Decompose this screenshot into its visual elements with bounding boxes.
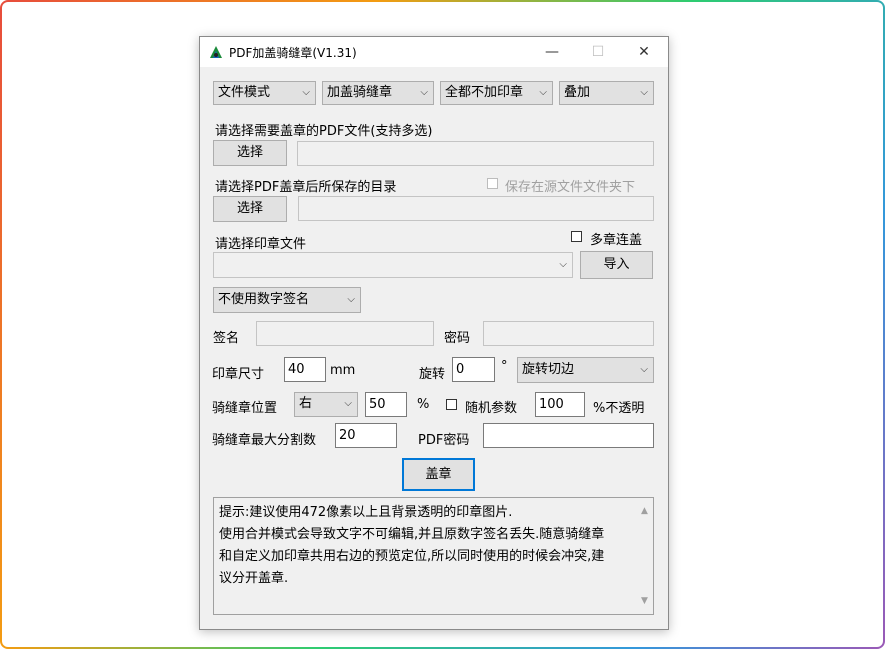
pdf-password-label: PDF密码 xyxy=(418,433,470,448)
pdf-files-field[interactable] xyxy=(297,141,654,166)
seam-position-label: 骑缝章位置 xyxy=(212,401,278,416)
sign-password-label: 密码 xyxy=(444,331,471,346)
chevron-down-icon: ⌵ xyxy=(559,259,567,270)
stamp-button[interactable]: 盖章 xyxy=(402,458,475,491)
stamp-file-select[interactable]: ⌵ xyxy=(213,252,573,278)
minimize-button[interactable]: — xyxy=(529,37,575,67)
seam-side-select-value: 右 xyxy=(299,396,313,411)
signature-mode-select[interactable]: 不使用数字签名 ⌵ xyxy=(213,287,361,313)
sign-field xyxy=(256,321,434,346)
chevron-down-icon: ⌵ xyxy=(347,294,355,305)
window-title: PDF加盖骑缝章(V1.31) xyxy=(229,46,357,60)
tips-line-1: 提示:建议使用472像素以上且背景透明的印章图片. xyxy=(219,505,513,520)
max-split-label: 骑缝章最大分割数 xyxy=(212,433,317,448)
signature-mode-select-value: 不使用数字签名 xyxy=(218,292,310,307)
stamp-type-select[interactable]: 加盖骑缝章 ⌵ xyxy=(322,81,434,105)
save-in-source-label: 保存在源文件文件夹下 xyxy=(505,180,636,195)
tips-line-2: 使用合并模式会导致文字不可编辑,并且原数字签名丢失.随意骑缝章 xyxy=(219,527,605,542)
seam-percent-input[interactable]: 50 xyxy=(365,392,407,417)
seam-side-select[interactable]: 右 ⌵ xyxy=(294,392,358,417)
mode-select-value: 文件模式 xyxy=(218,85,271,100)
pdf-select-label: 请选择需要盖章的PDF文件(支持多选) xyxy=(215,124,433,139)
random-params-label: 随机参数 xyxy=(465,401,518,416)
stamp-file-label: 请选择印章文件 xyxy=(215,237,307,252)
tips-scrollbar[interactable]: ▲ ▼ xyxy=(637,498,653,614)
chevron-down-icon: ⌵ xyxy=(539,87,547,98)
degree-unit: ° xyxy=(501,359,508,374)
seam-percent-unit: % xyxy=(417,397,430,412)
blend-select-value: 叠加 xyxy=(564,85,591,100)
rotate-label: 旋转 xyxy=(419,367,446,382)
sign-label: 签名 xyxy=(213,331,240,346)
max-split-input[interactable]: 20 xyxy=(335,423,397,448)
pdf-password-input[interactable] xyxy=(483,423,654,448)
chevron-down-icon: ⌵ xyxy=(344,398,352,409)
stamp-size-input[interactable]: 40 xyxy=(284,357,326,382)
output-dir-label: 请选择PDF盖章后所保存的目录 xyxy=(215,180,397,195)
scroll-up-icon[interactable]: ▲ xyxy=(641,500,648,522)
opacity-unit: %不透明 xyxy=(593,401,645,416)
pdf-select-button[interactable]: 选择 xyxy=(213,140,287,166)
title-bar[interactable]: PDF加盖骑缝章(V1.31) — ☐ ✕ xyxy=(200,37,668,67)
random-params-checkbox[interactable] xyxy=(446,399,457,410)
stamp-type-select-value: 加盖骑缝章 xyxy=(327,85,393,100)
chevron-down-icon: ⌵ xyxy=(640,87,648,98)
import-button[interactable]: 导入 xyxy=(580,251,653,279)
blend-select[interactable]: 叠加 ⌵ xyxy=(559,81,654,105)
apply-scope-select-value: 全都不加印章 xyxy=(445,85,524,100)
chevron-down-icon: ⌵ xyxy=(640,364,648,375)
rotate-mode-select[interactable]: 旋转切边 ⌵ xyxy=(517,357,654,383)
maximize-button: ☐ xyxy=(591,44,605,60)
sign-password-field xyxy=(483,321,654,346)
opacity-input[interactable]: 100 xyxy=(535,392,585,417)
tips-line-4: 议分开盖章. xyxy=(219,571,289,586)
apply-scope-select[interactable]: 全都不加印章 ⌵ xyxy=(440,81,553,105)
multi-stamp-label: 多章连盖 xyxy=(590,233,643,248)
scroll-down-icon[interactable]: ▼ xyxy=(641,590,648,612)
chevron-down-icon: ⌵ xyxy=(302,87,310,98)
multi-stamp-checkbox[interactable] xyxy=(571,231,582,242)
output-dir-button[interactable]: 选择 xyxy=(213,196,287,222)
tips-line-3: 和自定义加印章共用右边的预览定位,所以同时使用的时候会冲突,建 xyxy=(219,549,605,564)
rotate-input[interactable]: 0 xyxy=(452,357,495,382)
chevron-down-icon: ⌵ xyxy=(420,87,428,98)
mode-select[interactable]: 文件模式 ⌵ xyxy=(213,81,316,105)
tips-textarea[interactable]: 提示:建议使用472像素以上且背景透明的印章图片. 使用合并模式会导致文字不可编… xyxy=(213,497,654,615)
app-icon xyxy=(210,46,222,58)
close-button[interactable]: ✕ xyxy=(621,37,667,67)
stamp-size-unit: mm xyxy=(330,363,356,378)
output-dir-field[interactable] xyxy=(298,196,654,221)
rotate-mode-select-value: 旋转切边 xyxy=(522,362,575,377)
stamp-size-label: 印章尺寸 xyxy=(212,367,265,382)
app-window: PDF加盖骑缝章(V1.31) — ☐ ✕ 文件模式 ⌵ 加盖骑缝章 ⌵ 全都不… xyxy=(199,36,669,630)
save-in-source-checkbox xyxy=(487,178,498,189)
